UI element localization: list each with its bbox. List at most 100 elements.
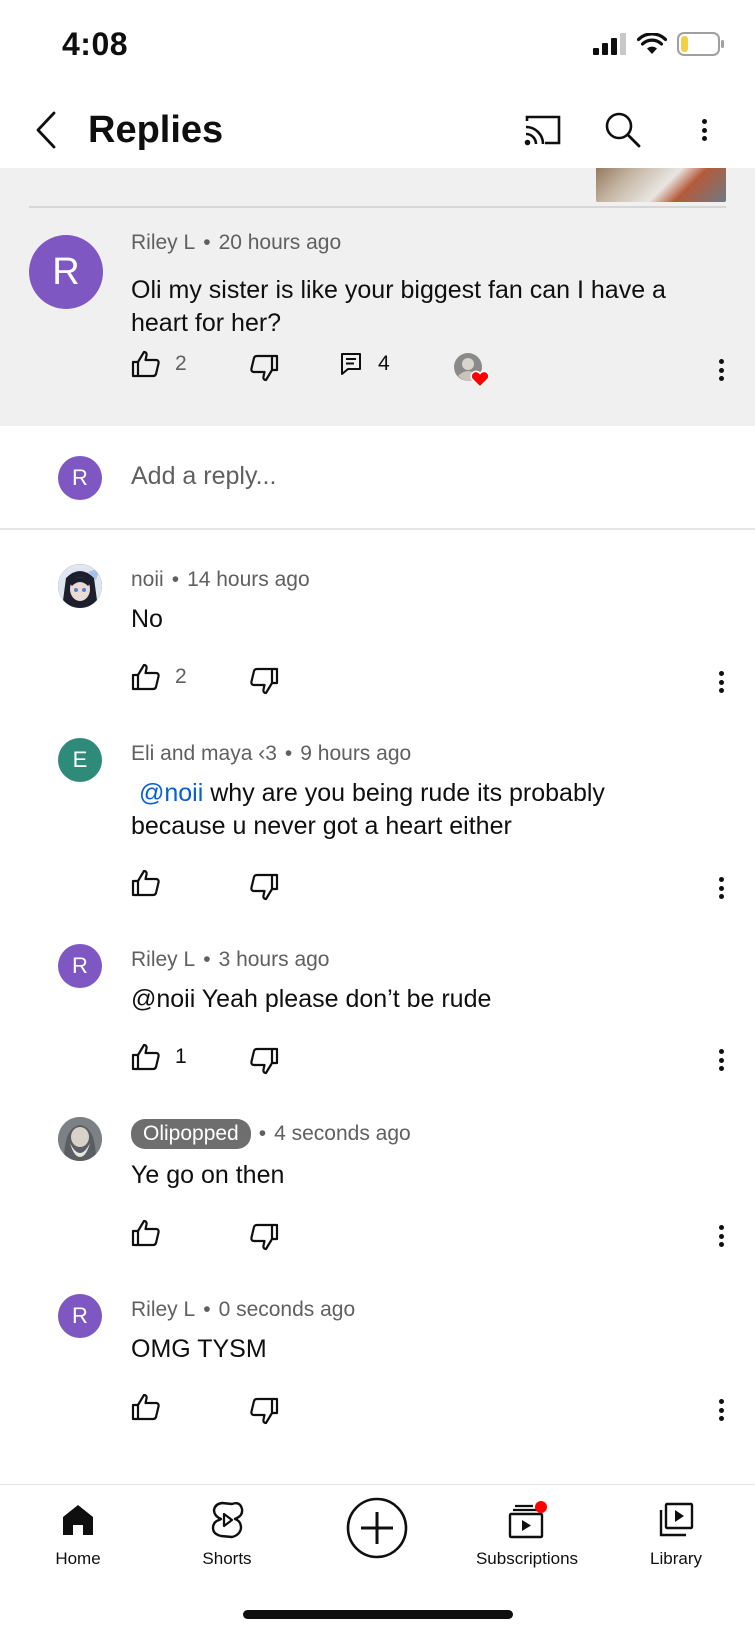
creator-avatar-icon [58, 1117, 102, 1161]
dislike-button[interactable] [249, 1223, 279, 1251]
reply-comment-icon [341, 353, 361, 375]
thumbs-up-icon [131, 1043, 160, 1071]
video-thumbnail[interactable] [596, 168, 726, 202]
thumbs-down-icon [250, 1223, 279, 1251]
anime-avatar-icon [58, 564, 102, 608]
comment-time: 9 hours ago [300, 742, 412, 765]
my-avatar: R [58, 456, 102, 500]
comment-menu-button[interactable] [711, 873, 731, 903]
like-button[interactable] [131, 1219, 161, 1247]
like-count: 2 [175, 352, 187, 375]
top-app-bar: Replies [0, 92, 755, 168]
avatar[interactable]: R [58, 1294, 102, 1338]
like-count: 2 [175, 665, 187, 688]
like-button[interactable]: 1 [131, 1043, 187, 1071]
search-icon [605, 112, 641, 148]
dislike-button[interactable] [249, 354, 279, 382]
thumbs-down-icon [250, 1047, 279, 1075]
comment-time: 0 seconds ago [218, 1298, 356, 1321]
thumbs-up-icon [131, 1219, 160, 1247]
create-button[interactable] [307, 1493, 447, 1563]
avatar-letter: R [52, 250, 80, 293]
dislike-button[interactable] [249, 1397, 279, 1425]
mention-link[interactable]: @noii [139, 779, 203, 807]
subscriptions-icon [508, 1501, 547, 1539]
avatar-letter: R [72, 1303, 88, 1328]
avatar[interactable]: E [58, 738, 102, 782]
cast-icon [524, 115, 561, 146]
like-button[interactable] [131, 1393, 161, 1421]
thumbs-down-icon [250, 1397, 279, 1425]
comment-text: @noii Yeah please don’t be rude [131, 985, 492, 1013]
nav-shorts[interactable]: Shorts [157, 1495, 297, 1569]
creator-badge[interactable]: Olipopped [131, 1119, 251, 1149]
parent-comment: R Riley L • 20 hours ago Oli my sister is … [0, 168, 755, 426]
nav-subscriptions[interactable]: Subscriptions [457, 1495, 597, 1569]
nav-library-label: Library [650, 1549, 702, 1568]
comment-time: 4 seconds ago [274, 1122, 411, 1145]
divider [29, 206, 726, 208]
wifi-icon [637, 33, 667, 54]
more-options-button[interactable] [680, 106, 728, 154]
comment-menu-button[interactable] [711, 667, 731, 697]
comment-text: Ye go on then [131, 1161, 285, 1189]
author-name[interactable]: Eli and maya ‹3 [131, 742, 277, 765]
comment-time: 20 hours ago [218, 231, 342, 254]
author-name[interactable]: Riley L [131, 1298, 195, 1321]
status-bar: 4:08 [0, 0, 755, 92]
signal-icon [593, 33, 626, 55]
nav-subscriptions-label: Subscriptions [475, 1549, 579, 1568]
back-arrow-icon [36, 111, 56, 149]
comment-text: OMG TYSM [131, 1335, 267, 1363]
like-button[interactable]: 2 [131, 350, 187, 378]
search-button[interactable] [599, 106, 647, 154]
nav-library[interactable]: Library [606, 1495, 746, 1569]
status-icons [593, 32, 725, 56]
comment-time: 14 hours ago [187, 568, 310, 591]
thumbs-down-icon [250, 354, 279, 382]
comment-menu-button[interactable] [711, 1221, 731, 1251]
avatar[interactable] [58, 564, 102, 608]
like-button[interactable] [131, 869, 161, 897]
like-button[interactable]: 2 [131, 663, 187, 691]
shorts-icon [211, 1501, 244, 1539]
creator-heart-icon [454, 353, 490, 388]
comment-menu-button[interactable] [711, 1045, 731, 1075]
video-preview-strip [0, 168, 755, 206]
comment-body: why are you being rude its probably beca… [131, 779, 605, 840]
thumbs-down-icon [250, 873, 279, 901]
dislike-button[interactable] [249, 667, 279, 695]
thumbs-up-icon [131, 869, 160, 897]
author-name[interactable]: noii [131, 568, 164, 591]
reply-count: 4 [378, 352, 390, 375]
avatar-letter: R [72, 953, 88, 978]
comment-text: Oli my sister is like your biggest fan c… [131, 276, 666, 337]
comment-meta: Olipopped • 4 seconds ago [131, 1119, 411, 1149]
page-title: Replies [88, 109, 224, 151]
avatar[interactable]: R [58, 944, 102, 988]
comment-menu-button[interactable] [711, 1395, 731, 1425]
author-name[interactable]: Riley L [131, 231, 195, 254]
thumbs-up-icon [131, 1393, 160, 1421]
add-reply-bar[interactable]: R Add a reply... [0, 426, 755, 530]
avatar[interactable] [58, 1117, 102, 1161]
dislike-button[interactable] [249, 873, 279, 901]
home-icon [63, 1505, 93, 1535]
back-button[interactable] [26, 106, 66, 154]
avatar[interactable]: R [29, 235, 103, 309]
nav-home[interactable]: Home [8, 1495, 148, 1569]
nav-shorts-label: Shorts [202, 1549, 252, 1568]
library-icon [659, 1502, 694, 1537]
cast-button[interactable] [519, 106, 567, 154]
status-time: 4:08 [62, 26, 129, 62]
author-name[interactable]: Riley L [131, 948, 195, 971]
battery-icon [677, 32, 724, 56]
avatar-letter: R [72, 465, 88, 490]
comment-menu-button[interactable] [711, 355, 731, 385]
reply-count-button[interactable]: 4 [340, 352, 390, 376]
comment-meta: noii • 14 hours ago [131, 568, 310, 591]
dislike-button[interactable] [249, 1047, 279, 1075]
thumbs-up-icon [131, 350, 160, 378]
add-reply-input[interactable]: Add a reply... [131, 462, 276, 491]
comment-meta: Eli and maya ‹3 • 9 hours ago [131, 742, 412, 765]
